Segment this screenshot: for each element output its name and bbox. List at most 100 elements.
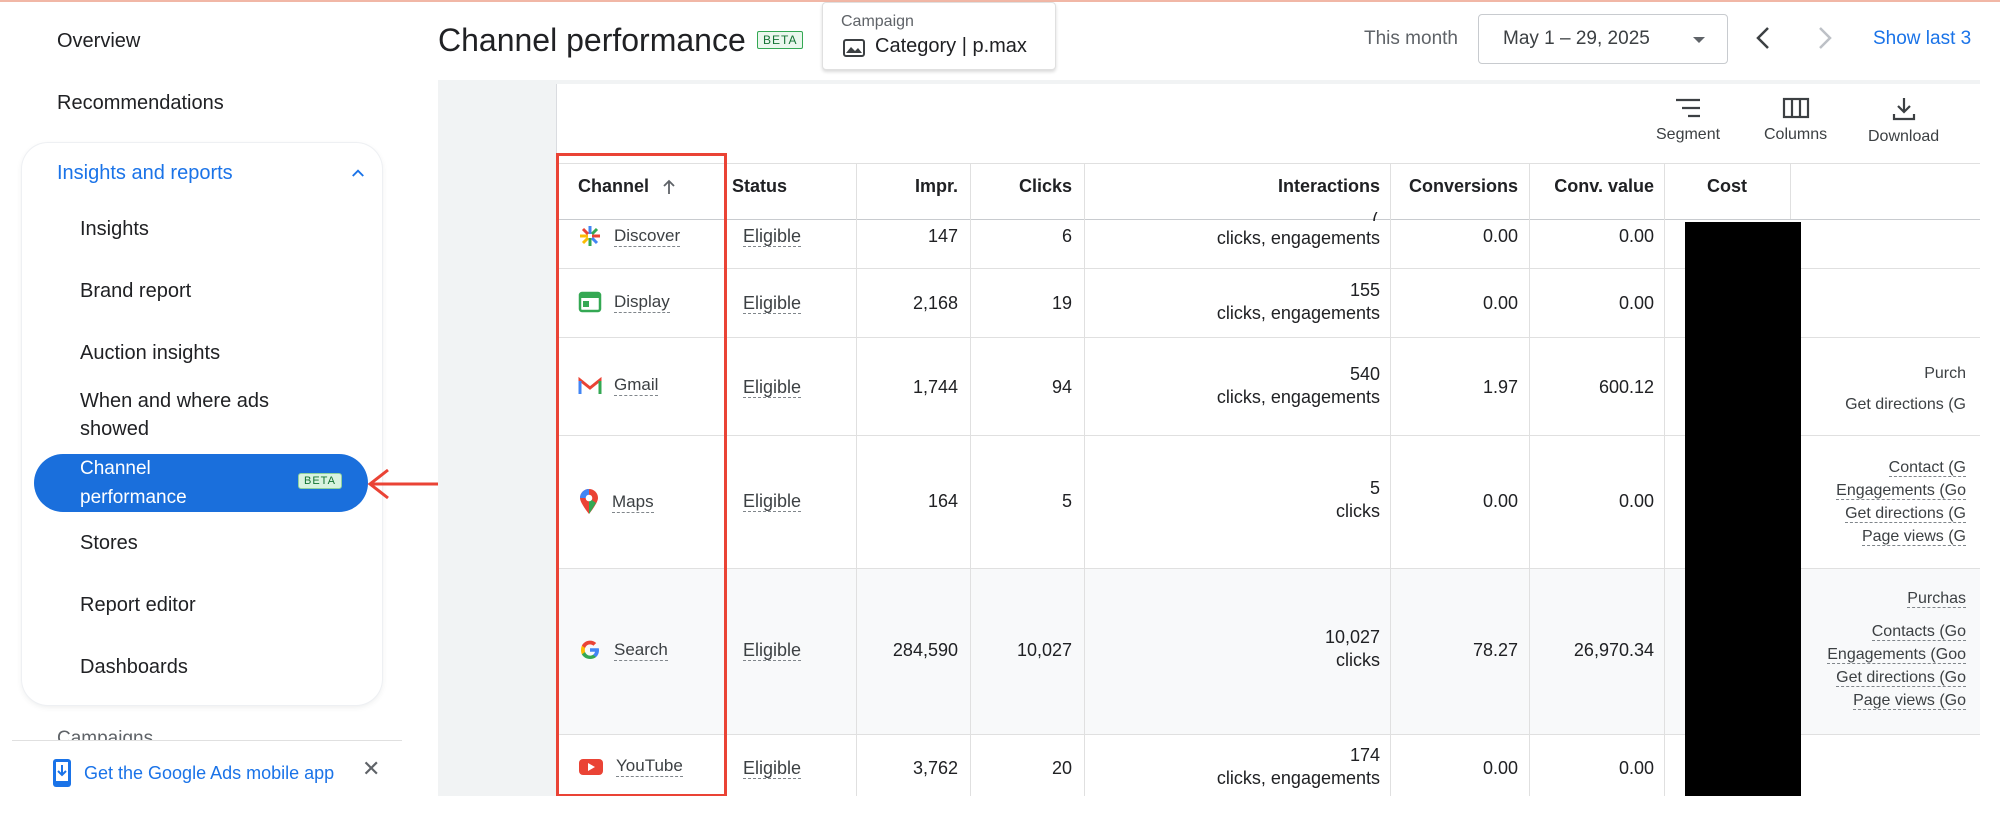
impr-cell: 164	[927, 491, 958, 511]
mobile-app-promo-text: Get the Google Ads mobile app	[84, 762, 335, 783]
col-header-interactions[interactable]: Interactions	[1130, 176, 1380, 197]
sidebar-item-dashboards[interactable]: Dashboards	[80, 653, 188, 681]
period-label: This month	[1364, 28, 1458, 49]
sidebar-nav: Overview Recommendations Insights and re…	[0, 0, 402, 829]
conversion-actions-cell: Purchas Contacts (Go Engagements (Goo Ge…	[1810, 587, 1966, 712]
date-range-select[interactable]: May 1 – 29, 2025	[1478, 14, 1728, 64]
status-cell[interactable]: Eligible	[743, 640, 802, 661]
close-icon[interactable]: ✕	[362, 756, 380, 782]
page-title: Channel performance	[438, 22, 746, 58]
campaign-selector[interactable]: Campaign Category | p.max	[822, 2, 1056, 70]
dropdown-arrow-icon	[1693, 37, 1705, 43]
download-button[interactable]: Download	[1868, 96, 1939, 146]
conv-value-cell: 0.00	[1618, 758, 1654, 778]
sidebar-item-campaigns[interactable]: Campaigns	[57, 728, 153, 740]
segment-label: Segment	[1656, 126, 1721, 143]
conversion-action[interactable]: Page views (Go	[1853, 692, 1966, 710]
conv-value-cell: 0.00	[1618, 226, 1654, 246]
cost-redaction-block	[1685, 222, 1801, 796]
clicks-cell: 5	[1061, 491, 1072, 511]
col-divider	[856, 163, 857, 796]
col-divider	[970, 163, 971, 796]
interactions-cell: 174 clicks, engagements	[1130, 744, 1380, 790]
conversions-cell: 78.27	[1472, 640, 1518, 660]
sidebar-item-brand-report[interactable]: Brand report	[80, 277, 191, 305]
sidebar-item-when-where-ads[interactable]: When and where ads showed	[80, 387, 300, 443]
sidebar-item-recommendations[interactable]: Recommendations	[57, 92, 224, 115]
conversions-cell: 0.00	[1482, 226, 1518, 246]
status-cell[interactable]: Eligible	[743, 491, 802, 512]
col-header-clicks[interactable]: Clicks	[970, 176, 1072, 197]
sidebar-divider	[12, 740, 402, 741]
status-cell[interactable]: Eligible	[743, 293, 802, 314]
conversion-action[interactable]: Contacts (Go	[1871, 623, 1966, 641]
conversion-action[interactable]: Get directions (Go	[1836, 669, 1966, 687]
campaign-label: Campaign	[841, 13, 914, 30]
campaign-value: Category | p.max	[875, 35, 1027, 57]
conversion-action[interactable]: Purchas	[1907, 590, 1966, 608]
impr-cell: 3,762	[912, 758, 958, 778]
insights-reports-label: Insights and reports	[57, 161, 233, 184]
segment-icon	[1676, 98, 1701, 118]
mobile-app-promo[interactable]: Get the Google Ads mobile app	[52, 758, 334, 788]
conversion-action[interactable]: Get directions (G	[1845, 505, 1966, 523]
col-header-cost[interactable]: Cost	[1664, 176, 1790, 197]
phone-download-icon	[53, 759, 71, 787]
campaign-type-icon	[843, 39, 865, 57]
conversions-cell: 0.00	[1482, 491, 1518, 511]
interactions-cell: 5 clicks	[1130, 477, 1380, 523]
col-divider	[1790, 163, 1791, 219]
interactions-type: clicks, engagements	[1216, 228, 1380, 248]
status-cell[interactable]: Eligible	[743, 758, 802, 779]
columns-label: Columns	[1764, 126, 1828, 143]
col-divider	[1529, 163, 1530, 796]
clicks-cell: 19	[1051, 293, 1072, 313]
sidebar-item-overview[interactable]: Overview	[57, 30, 140, 53]
columns-button[interactable]: Columns	[1764, 96, 1827, 144]
interactions-count: 10,027	[1324, 627, 1380, 647]
conversion-action[interactable]: Contact (G	[1888, 459, 1966, 477]
download-label: Download	[1868, 128, 1940, 145]
insights-reports-toggle[interactable]: Insights and reports	[57, 155, 367, 191]
conversion-action: Get directions (G	[1845, 396, 1966, 413]
title-beta-badge: BETA	[757, 31, 804, 49]
channel-performance-label: Channel performance	[80, 458, 187, 508]
sidebar-item-auction-insights[interactable]: Auction insights	[80, 339, 220, 367]
date-range-value: May 1 – 29, 2025	[1503, 28, 1650, 49]
sidebar-item-stores[interactable]: Stores	[80, 529, 138, 557]
sidebar-item-channel-performance[interactable]: Channel performance BETA	[34, 454, 368, 512]
clicks-cell: 20	[1051, 758, 1072, 778]
col-header-conversions[interactable]: Conversions	[1390, 176, 1518, 197]
col-header-status[interactable]: Status	[732, 176, 787, 197]
conversion-action[interactable]: Engagements (Goo	[1827, 646, 1966, 664]
sidebar-item-insights[interactable]: Insights	[80, 215, 149, 243]
conv-value-cell: 26,970.34	[1573, 640, 1654, 660]
interactions-cell: 10,027 clicks	[1130, 626, 1380, 672]
col-header-impr[interactable]: Impr.	[856, 176, 958, 197]
insights-reports-panel: Insights and reports Insights Brand repo…	[22, 143, 382, 705]
interactions-type: clicks, engagements	[1216, 387, 1380, 407]
conversions-cell: 0.00	[1482, 758, 1518, 778]
status-cell[interactable]: Eligible	[743, 377, 802, 398]
col-divider	[1084, 163, 1085, 796]
impr-cell: 147	[927, 226, 958, 246]
conversion-action[interactable]: Page views (G	[1861, 528, 1966, 546]
show-last-link[interactable]: Show last 3	[1873, 28, 1971, 50]
interactions-type: clicks, engagements	[1216, 303, 1380, 323]
conversion-actions-cell: Purch Get directions (G	[1810, 362, 1966, 416]
impr-cell: 1,744	[912, 377, 958, 397]
conversion-action: Purch	[1924, 365, 1966, 382]
impr-cell: 2,168	[912, 293, 958, 313]
columns-icon	[1782, 97, 1809, 119]
interactions-cell: 7 clicks, engagements	[1130, 212, 1380, 264]
conversions-cell: 0.00	[1482, 293, 1518, 313]
status-cell[interactable]: Eligible	[743, 226, 802, 247]
segment-button[interactable]: Segment	[1656, 96, 1720, 144]
chevron-left-icon[interactable]	[1752, 24, 1776, 52]
impr-cell: 284,590	[892, 640, 958, 660]
col-header-conv-value[interactable]: Conv. value	[1529, 176, 1654, 197]
conv-value-cell: 0.00	[1618, 293, 1654, 313]
sidebar-item-report-editor[interactable]: Report editor	[80, 591, 196, 619]
interactions-count: 5	[1369, 478, 1380, 498]
conversion-action[interactable]: Engagements (Go	[1836, 482, 1966, 500]
